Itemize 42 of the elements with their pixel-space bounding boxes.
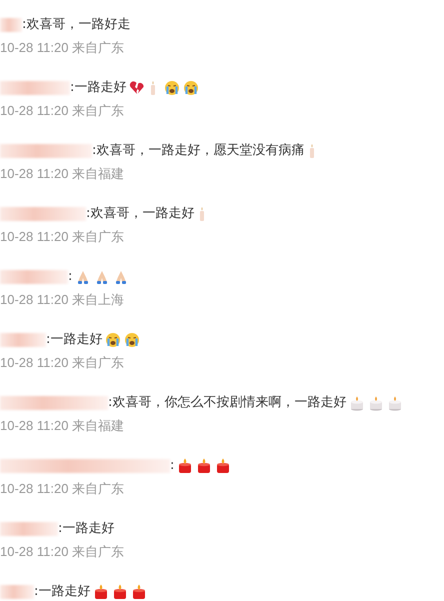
blurred-username <box>0 18 22 32</box>
candle-icon <box>200 207 204 221</box>
jar-candle-icon <box>112 584 128 600</box>
comment-time-location: 10-28 11:20 来自福建 <box>0 165 126 183</box>
crying-face-icon <box>105 332 122 348</box>
jar-candle-icon <box>131 584 148 600</box>
tealight-icon <box>368 395 384 411</box>
comment-time-location: 10-28 11:20 来自上海 <box>0 291 126 309</box>
candle-icon <box>151 81 156 95</box>
comment-text: :一路走好 <box>58 520 114 538</box>
comment-time-location: 10-28 11:20 来自广东 <box>0 39 126 57</box>
comment-text: :一路走好 <box>34 583 90 601</box>
candle-icon <box>310 144 314 158</box>
comment-time-location: 10-28 11:20 来自广东 <box>0 543 126 561</box>
comment-text: :欢喜哥，一路走好 <box>86 205 194 223</box>
comment-text: : <box>170 457 174 475</box>
comment-time-location: 10-28 11:20 来自广东 <box>0 102 126 120</box>
crying-face-icon <box>183 80 200 96</box>
jar-candle-icon <box>196 458 212 474</box>
comment-text: :一路走好 <box>46 331 102 349</box>
comment-text: :一路走好 <box>70 79 126 97</box>
broken-heart-icon <box>129 80 146 96</box>
blurred-username <box>0 333 46 347</box>
jar-candle-icon <box>93 584 110 600</box>
comment-time-location: 10-28 11:20 来自广东 <box>0 228 126 246</box>
comment-text: :欢喜哥，一路好走 <box>22 16 130 34</box>
blurred-username <box>0 522 58 536</box>
comment-text: :欢喜哥，你怎么不按剧情来啊，一路走好 <box>108 394 346 412</box>
comment-time-location: 10-28 11:20 来自广东 <box>0 354 126 372</box>
crying-face-icon <box>124 332 140 348</box>
blurred-username <box>0 81 70 95</box>
tealight-icon <box>349 395 366 411</box>
crying-face-icon <box>164 80 180 96</box>
comment-text: : <box>68 268 72 286</box>
tealight-icon <box>387 395 404 411</box>
comment-time-location: 10-28 11:20 来自广东 <box>0 480 126 498</box>
blurred-username <box>0 270 68 284</box>
jar-candle-icon <box>177 458 194 474</box>
comment-text: :欢喜哥，一路走好，愿天堂没有病痛 <box>92 142 304 160</box>
jar-candle-icon <box>215 458 232 474</box>
comment-time-location: 10-28 11:20 来自福建 <box>0 417 126 435</box>
blurred-username <box>0 585 34 599</box>
